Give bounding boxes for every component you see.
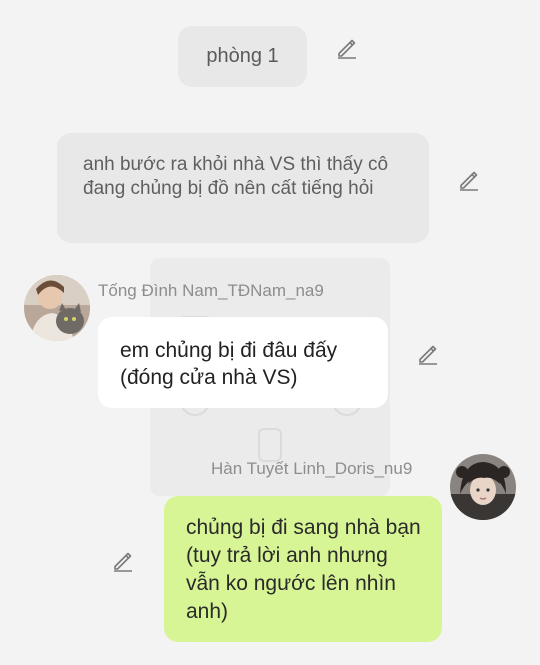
pencil-edit-icon bbox=[419, 345, 437, 365]
scene-label-text: phòng 1 bbox=[206, 45, 279, 67]
pencil-edit-icon bbox=[114, 552, 132, 572]
narration-text: anh bước ra khỏi nhà VS thì thấy cô đang… bbox=[83, 154, 389, 199]
scene-label: phòng 1 bbox=[178, 26, 307, 87]
message-text: chủng bị đi sang nhà bạn (tuy trả lời an… bbox=[186, 516, 421, 623]
pencil-edit-icon bbox=[460, 171, 478, 191]
avatar-sender-2[interactable] bbox=[450, 454, 516, 520]
avatar-image bbox=[24, 275, 90, 341]
edit-narration-button[interactable] bbox=[457, 168, 481, 192]
edit-message-button[interactable] bbox=[416, 342, 440, 366]
edit-scene-button[interactable] bbox=[335, 36, 359, 60]
narration-bubble: anh bước ra khỏi nhà VS thì thấy cô đang… bbox=[57, 133, 429, 243]
edit-message-button[interactable] bbox=[111, 549, 135, 573]
message-bubble-outgoing: chủng bị đi sang nhà bạn (tuy trả lời an… bbox=[164, 496, 442, 642]
avatar-sender-1[interactable] bbox=[24, 275, 90, 341]
message-text: em chủng bị đi đâu đấy (đóng cửa nhà VS) bbox=[120, 339, 338, 389]
avatar-image bbox=[450, 454, 516, 520]
chat-screen: phòng 1 anh bước ra khỏi nhà VS thì thấy… bbox=[0, 0, 540, 665]
sender-name: Tống Đình Nam_TĐNam_na9 bbox=[98, 281, 324, 300]
message-bubble-incoming: em chủng bị đi đâu đấy (đóng cửa nhà VS) bbox=[98, 317, 388, 408]
pencil-edit-icon bbox=[338, 39, 356, 59]
sender-name: Hàn Tuyết Linh_Doris_nu9 bbox=[211, 459, 413, 478]
